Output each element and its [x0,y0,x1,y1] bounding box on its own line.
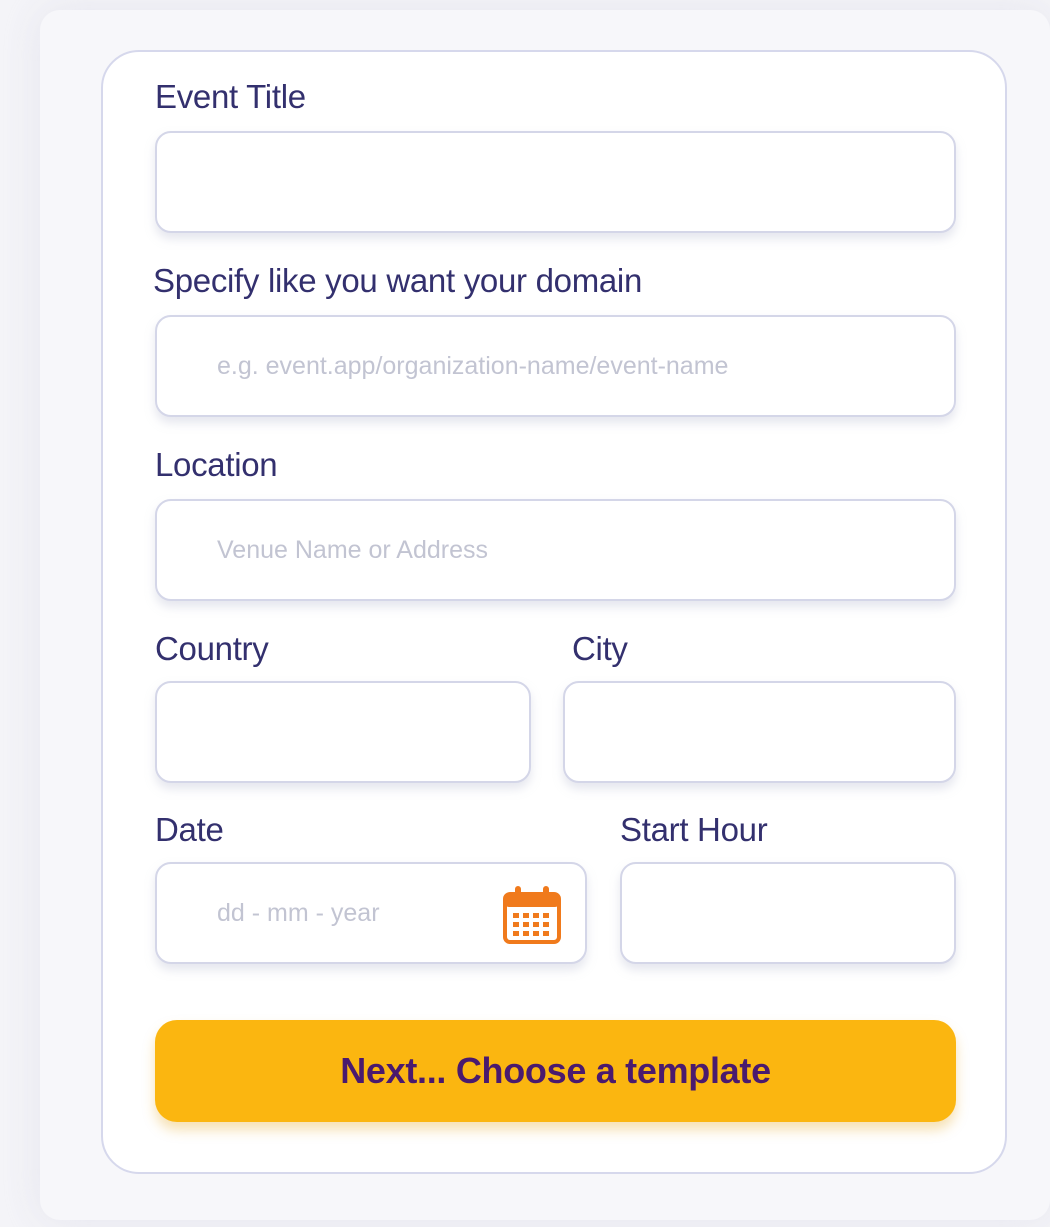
city-label: City [572,630,628,667]
location-label: Location [155,446,278,483]
event-title-input[interactable] [157,133,954,231]
date-label: Date [155,811,224,848]
country-field[interactable] [155,681,531,783]
city-input[interactable] [565,683,954,781]
date-field[interactable] [155,862,587,964]
domain-label: Specify like you want your domain [153,262,643,299]
calendar-icon[interactable] [501,884,563,946]
domain-input[interactable] [157,317,954,415]
location-input[interactable] [157,501,954,599]
country-input[interactable] [157,683,529,781]
country-label: Country [155,630,269,667]
start-hour-input[interactable] [622,864,954,962]
event-title-label: Event Title [155,78,306,115]
start-hour-field[interactable] [620,862,956,964]
event-title-field[interactable] [155,131,956,233]
domain-field[interactable] [155,315,956,417]
location-field[interactable] [155,499,956,601]
next-choose-template-button[interactable]: Next... Choose a template [155,1020,956,1122]
start-hour-label: Start Hour [620,811,768,848]
city-field[interactable] [563,681,956,783]
